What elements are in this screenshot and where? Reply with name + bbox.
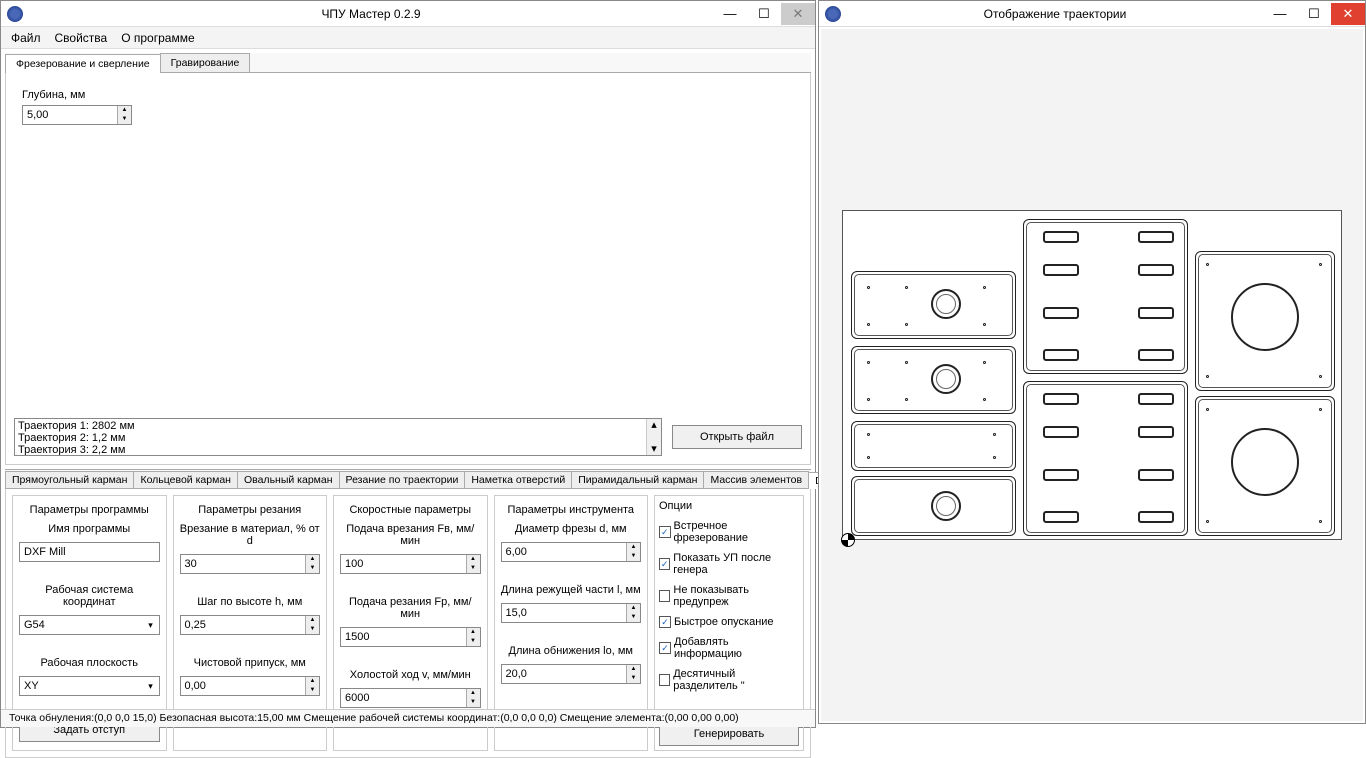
- tab-element-array[interactable]: Массив элементов: [703, 471, 809, 488]
- rapid-input[interactable]: 6000▲▼: [340, 688, 481, 708]
- opt-no-warnings[interactable]: Не показывать предупреж: [659, 584, 799, 608]
- minimize-button[interactable]: —: [713, 3, 747, 25]
- operation-tabs: Прямоугольный карман Кольцевой карман Ов…: [5, 469, 811, 489]
- menu-file[interactable]: Файл: [11, 31, 41, 45]
- close-button[interactable]: ✕: [781, 3, 815, 25]
- tab-pyramid-pocket[interactable]: Пирамидальный карман: [571, 471, 704, 488]
- preview-maximize-button[interactable]: ☐: [1297, 3, 1331, 25]
- drawing: [842, 210, 1342, 540]
- opt-climb-milling[interactable]: ✓Встречное фрезерование: [659, 520, 799, 544]
- maximize-button[interactable]: ☐: [747, 3, 781, 25]
- finish-input[interactable]: 0,00▲▼: [180, 676, 321, 696]
- tab-ring-pocket[interactable]: Кольцевой карман: [133, 471, 238, 488]
- preview-window: Отображение траектории — ☐ ✕: [818, 0, 1366, 724]
- tab-milling[interactable]: Фрезерование и сверление: [5, 54, 161, 73]
- preview-titlebar: Отображение траектории — ☐ ✕: [819, 1, 1365, 27]
- open-file-button[interactable]: Открыть файл: [672, 425, 802, 449]
- plunge-input[interactable]: 30▲▼: [180, 554, 321, 574]
- statusbar: Точка обнуления:(0,0 0,0 15,0) Безопасна…: [1, 709, 815, 727]
- opt-show-nc[interactable]: ✓Показать УП после генера: [659, 552, 799, 576]
- step-input[interactable]: 0,25▲▼: [180, 615, 321, 635]
- preview-minimize-button[interactable]: —: [1263, 3, 1297, 25]
- plane-select[interactable]: XY▾: [19, 676, 160, 696]
- menu-about[interactable]: О программе: [121, 31, 194, 45]
- top-tabs: Фрезерование и сверление Гравирование: [5, 53, 811, 73]
- titlebar: ЧПУ Мастер 0.2.9 — ☐ ✕: [1, 1, 815, 27]
- opt-decimal-sep[interactable]: Десятичный разделитель ": [659, 668, 799, 692]
- tab-trajectory-cut[interactable]: Резание по траектории: [339, 471, 466, 488]
- feed-plunge-input[interactable]: 100▲▼: [340, 554, 481, 574]
- menubar: Файл Свойства О программе: [1, 27, 815, 49]
- tab-hole-marking[interactable]: Наметка отверстий: [464, 471, 572, 488]
- trajectory-list[interactable]: Траектория 1: 2802 мм Траектория 2: 1,2 …: [14, 418, 662, 456]
- app-icon: [7, 6, 23, 22]
- wcs-select[interactable]: G54▾: [19, 615, 160, 635]
- program-name-input[interactable]: DXF Mill: [19, 542, 160, 562]
- tab-rect-pocket[interactable]: Прямоугольный карман: [5, 471, 134, 488]
- plunge-length-input[interactable]: 20,0▲▼: [501, 664, 642, 684]
- trajectory-canvas[interactable]: [821, 29, 1363, 721]
- preview-app-icon: [825, 6, 841, 22]
- preview-close-button[interactable]: ✕: [1331, 3, 1365, 25]
- main-window: ЧПУ Мастер 0.2.9 — ☐ ✕ Файл Свойства О п…: [0, 0, 816, 728]
- tab-oval-pocket[interactable]: Овальный карман: [237, 471, 340, 488]
- depth-input[interactable]: 5,00 ▲▼: [22, 105, 132, 125]
- tab-engraving[interactable]: Гравирование: [160, 53, 251, 72]
- feed-cut-input[interactable]: 1500▲▼: [340, 627, 481, 647]
- menu-props[interactable]: Свойства: [55, 31, 108, 45]
- depth-label: Глубина, мм: [22, 89, 794, 101]
- cut-length-input[interactable]: 15,0▲▼: [501, 603, 642, 623]
- opt-fast-lower[interactable]: ✓Быстрое опускание: [659, 616, 799, 628]
- preview-title: Отображение траектории: [847, 7, 1263, 21]
- diameter-input[interactable]: 6,00▲▼: [501, 542, 642, 562]
- window-title: ЧПУ Мастер 0.2.9: [29, 7, 713, 21]
- opt-add-info[interactable]: ✓Добавлять информацию: [659, 636, 799, 660]
